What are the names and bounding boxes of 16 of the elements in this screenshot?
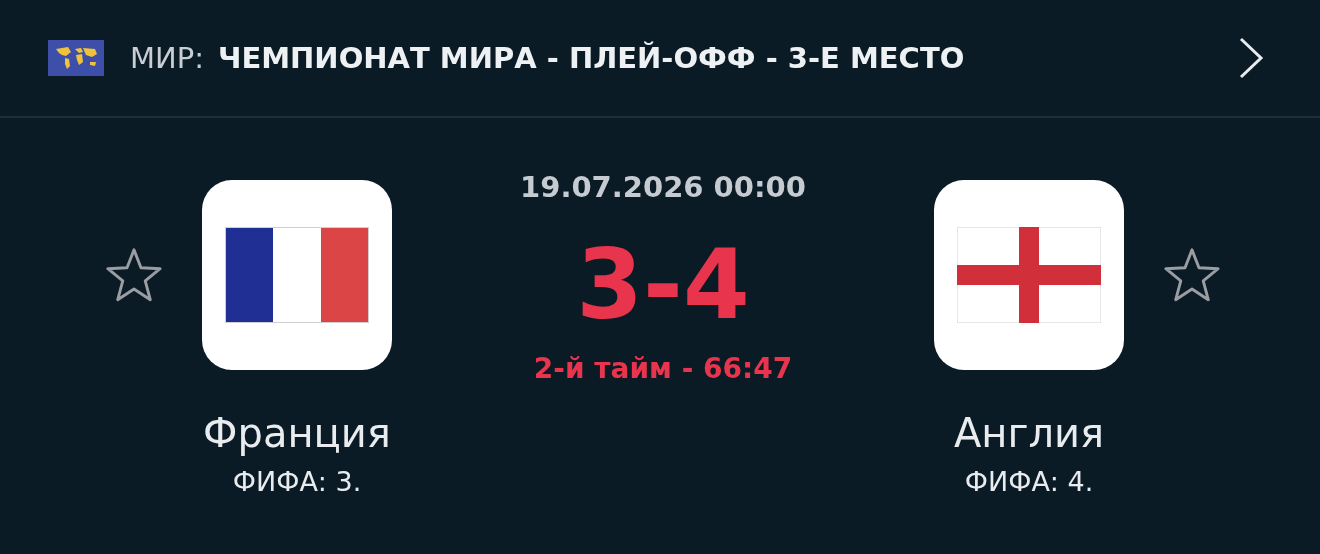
fifa-rank: ФИФА: 4. <box>964 466 1094 497</box>
chevron-right-icon[interactable] <box>1238 36 1264 80</box>
fifa-rank: ФИФА: 3. <box>232 466 362 497</box>
match-score: 3-4 <box>576 230 750 340</box>
team-logo-tile[interactable] <box>202 180 392 370</box>
world-map-icon <box>48 40 104 76</box>
match-status: 2-й тайм - 66:47 <box>533 352 793 385</box>
header-bar[interactable]: МИР: ЧЕМПИОНАТ МИРА - ПЛЕЙ-ОФФ - 3-Е МЕСТО <box>0 0 1320 118</box>
flag-icon <box>225 227 369 323</box>
region-label: МИР: <box>130 41 204 75</box>
match-datetime: 19.07.2026 00:00 <box>520 170 806 204</box>
team-logo-tile[interactable] <box>934 180 1124 370</box>
team-name: Франция <box>203 409 391 458</box>
competition-title: ЧЕМПИОНАТ МИРА - ПЛЕЙ-ОФФ - 3-Е МЕСТО <box>218 41 966 75</box>
flag-icon <box>957 227 1101 323</box>
team-name: Англия <box>953 409 1105 458</box>
